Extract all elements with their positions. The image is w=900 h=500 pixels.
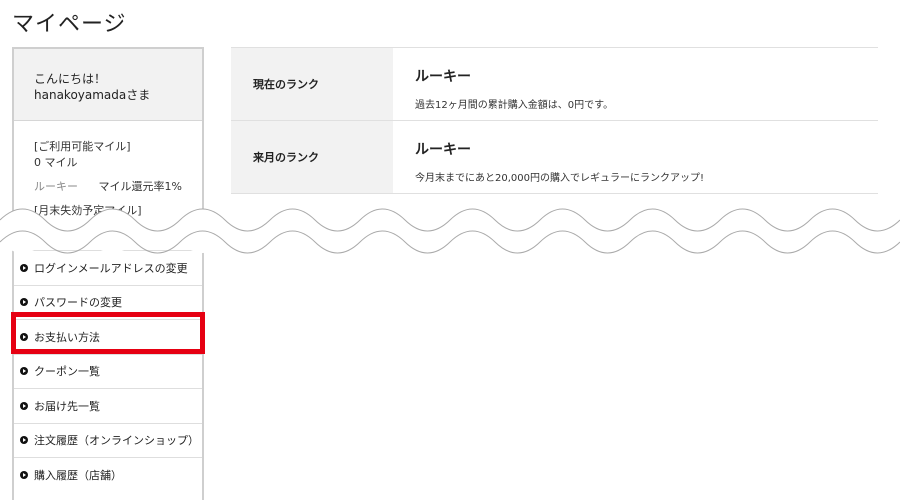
mile-rate: マイル還元率1% (98, 180, 182, 193)
mile-rank-row: ルーキー マイル還元率1% (34, 179, 182, 195)
arrow-circle-icon (20, 436, 28, 445)
menu-item-label: お支払い方法 (34, 330, 100, 344)
rank-desc: 過去12ヶ月間の累計購入金額は、0円です。 (415, 100, 614, 111)
menu-item-order-history-online[interactable]: 注文履歴（オンラインショップ） (14, 422, 202, 458)
arrow-circle-icon (20, 263, 28, 272)
arrow-circle-icon (20, 298, 28, 307)
rank-label: 来月のランク (231, 121, 393, 193)
arrow-circle-icon (20, 470, 28, 479)
menu-item-payment[interactable]: お支払い方法 (14, 319, 202, 354)
mile-rank: ルーキー (34, 180, 78, 193)
menu-item-coupons[interactable]: クーポン一覧 (14, 353, 202, 389)
greeting-text: こんにちは！ (34, 72, 107, 86)
sidebar-menu: ログインメールアドレスの変更 パスワードの変更 お支払い方法 クーポン一覧 お届… (14, 250, 202, 492)
mile-label: [ご利用可能マイル] (34, 140, 131, 153)
arrow-circle-icon (20, 401, 28, 410)
menu-item-label: 注文履歴（オンラインショップ） (34, 434, 199, 448)
menu-item-label: お届け先一覧 (34, 399, 100, 413)
mile-value: 0 マイル (34, 156, 78, 169)
menu-item-purchase-history-store[interactable]: 購入履歴（店舗） (14, 457, 202, 492)
menu-item-addresses[interactable]: お届け先一覧 (14, 388, 202, 423)
wave-cut-divider (0, 208, 900, 254)
rank-value: ルーキー 過去12ヶ月間の累計購入金額は、0円です。 (393, 48, 878, 120)
arrow-circle-icon (20, 332, 28, 341)
menu-item-label: クーポン一覧 (34, 365, 100, 379)
rank-table: 現在のランク ルーキー 過去12ヶ月間の累計購入金額は、0円です。 来月のランク… (231, 47, 878, 194)
menu-item-label: パスワードの変更 (34, 296, 122, 310)
rank-row-current: 現在のランク ルーキー 過去12ヶ月間の累計購入金額は、0円です。 (231, 48, 878, 121)
rank-value: ルーキー 今月末までにあと20,000円の購入でレギュラーにランクアップ! (393, 121, 878, 193)
rank-name: ルーキー (415, 69, 471, 85)
rank-name: ルーキー (415, 142, 471, 158)
arrow-circle-icon (20, 367, 28, 376)
user-name: hanakoyamadaさま (34, 88, 151, 102)
rank-row-next: 来月のランク ルーキー 今月末までにあと20,000円の購入でレギュラーにランク… (231, 121, 878, 194)
menu-item-label: 購入履歴（店舗） (34, 468, 122, 482)
rank-label: 現在のランク (231, 48, 393, 120)
sidebar: こんにちは！ hanakoyamadaさま [ご利用可能マイル] 0 マイル ル… (12, 47, 204, 500)
greeting-box: こんにちは！ hanakoyamadaさま (14, 49, 202, 121)
page-title: マイページ (12, 12, 127, 37)
rank-desc: 今月末までにあと20,000円の購入でレギュラーにランクアップ! (415, 173, 704, 184)
menu-item-password[interactable]: パスワードの変更 (14, 284, 202, 320)
